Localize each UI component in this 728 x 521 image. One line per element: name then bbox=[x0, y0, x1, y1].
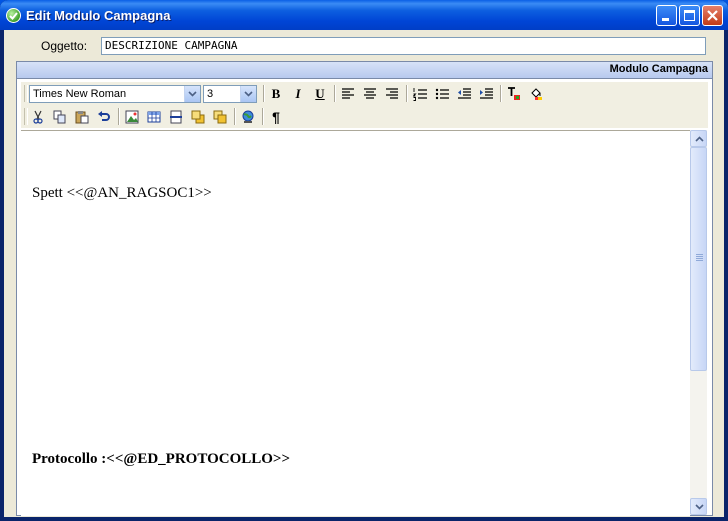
template-panel: Modulo Campagna Times New Roman 3 B I U … bbox=[16, 61, 713, 516]
editor-line-protocol[interactable]: Protocollo :<<@ED_PROTOCOLLO>> bbox=[32, 451, 290, 468]
insert-rule-button[interactable] bbox=[167, 108, 185, 126]
scrollbar-grip-icon bbox=[696, 254, 703, 262]
window-client: Oggetto: DESCRIZIONE CAMPAGNA Modulo Cam… bbox=[4, 30, 724, 517]
align-right-button[interactable] bbox=[383, 85, 401, 103]
subject-label: Oggetto: bbox=[41, 39, 88, 53]
paint-bucket-icon bbox=[531, 88, 542, 100]
align-left-icon bbox=[342, 88, 354, 99]
font-size-value: 3 bbox=[207, 88, 214, 100]
bring-forward-button[interactable] bbox=[189, 108, 207, 126]
paste-button[interactable] bbox=[73, 108, 91, 126]
font-family-value: Times New Roman bbox=[33, 88, 127, 100]
italic-button[interactable]: I bbox=[289, 85, 307, 103]
toolbar-separator bbox=[262, 108, 264, 125]
toolbar-separator bbox=[118, 108, 120, 125]
app-icon bbox=[6, 8, 21, 23]
maximize-button[interactable] bbox=[679, 5, 700, 26]
globe-link-icon bbox=[242, 110, 254, 123]
scroll-up-button[interactable] bbox=[690, 130, 707, 147]
undo-button[interactable] bbox=[95, 108, 113, 126]
font-color-icon bbox=[508, 87, 520, 100]
table-icon bbox=[147, 111, 161, 123]
paste-icon bbox=[75, 111, 89, 124]
copy-icon bbox=[53, 110, 66, 124]
panel-header: Modulo Campagna bbox=[17, 62, 712, 79]
toolbar-separator bbox=[334, 85, 336, 102]
toolbar-separator bbox=[406, 85, 408, 102]
align-center-button[interactable] bbox=[361, 85, 379, 103]
indent-button[interactable] bbox=[477, 85, 495, 103]
indent-icon bbox=[480, 88, 493, 99]
font-family-select[interactable]: Times New Roman bbox=[29, 85, 201, 103]
align-center-icon bbox=[364, 88, 376, 99]
bullet-list-icon bbox=[435, 88, 449, 100]
numbered-list-button[interactable] bbox=[411, 85, 429, 103]
undo-icon bbox=[98, 111, 110, 121]
send-backward-icon bbox=[213, 110, 227, 124]
align-left-button[interactable] bbox=[339, 85, 357, 103]
bold-button[interactable]: B bbox=[267, 85, 285, 103]
underline-button[interactable]: U bbox=[311, 85, 329, 103]
bring-forward-icon bbox=[191, 110, 205, 124]
chevron-down-icon bbox=[695, 504, 704, 510]
show-paragraph-marks-button[interactable]: ¶ bbox=[267, 108, 285, 126]
toolbar-grip[interactable] bbox=[24, 108, 28, 125]
insert-image-button[interactable] bbox=[123, 108, 141, 126]
editor-toolbar: Times New Roman 3 B I U ¶ bbox=[21, 82, 708, 128]
rich-text-editor[interactable]: Spett <<@AN_RAGSOC1>> Protocollo :<<@ED_… bbox=[21, 130, 690, 516]
editor-line-recipient[interactable]: Spett <<@AN_RAGSOC1>> bbox=[32, 185, 212, 202]
numbered-list-icon bbox=[413, 88, 427, 101]
image-icon bbox=[125, 110, 139, 124]
toolbar-row-format: Times New Roman 3 B I U bbox=[21, 82, 708, 105]
outdent-button[interactable] bbox=[455, 85, 473, 103]
panel-title: Modulo Campagna bbox=[609, 63, 708, 75]
toolbar-row-edit: ¶ bbox=[21, 105, 708, 128]
cut-button[interactable] bbox=[29, 108, 47, 126]
chevron-down-icon[interactable] bbox=[184, 86, 200, 102]
horizontal-rule-icon bbox=[170, 110, 182, 124]
window: Edit Modulo Campagna Oggetto: DESCRIZION… bbox=[0, 0, 728, 521]
chevron-up-icon bbox=[695, 136, 704, 142]
scroll-down-button[interactable] bbox=[690, 498, 707, 515]
insert-link-button[interactable] bbox=[239, 108, 257, 126]
scissors-icon bbox=[33, 110, 43, 124]
insert-table-button[interactable] bbox=[145, 108, 163, 126]
font-size-select[interactable]: 3 bbox=[203, 85, 257, 103]
outdent-icon bbox=[458, 88, 471, 99]
highlight-color-button[interactable] bbox=[527, 85, 545, 103]
title-bar[interactable]: Edit Modulo Campagna bbox=[0, 0, 728, 30]
toolbar-separator bbox=[234, 108, 236, 125]
window-title: Edit Modulo Campagna bbox=[26, 8, 171, 23]
subject-input[interactable]: DESCRIZIONE CAMPAGNA bbox=[101, 37, 706, 55]
close-button[interactable] bbox=[702, 5, 723, 26]
chevron-down-icon[interactable] bbox=[240, 86, 256, 102]
align-right-icon bbox=[386, 88, 398, 99]
bullet-list-button[interactable] bbox=[433, 85, 451, 103]
font-color-button[interactable] bbox=[505, 85, 523, 103]
toolbar-separator bbox=[500, 85, 502, 102]
scrollbar-thumb[interactable] bbox=[690, 147, 707, 371]
send-backward-button[interactable] bbox=[211, 108, 229, 126]
minimize-button[interactable] bbox=[656, 5, 677, 26]
toolbar-separator bbox=[263, 85, 265, 102]
copy-button[interactable] bbox=[51, 108, 69, 126]
toolbar-grip[interactable] bbox=[24, 85, 28, 102]
editor-vertical-scrollbar[interactable] bbox=[690, 130, 707, 515]
